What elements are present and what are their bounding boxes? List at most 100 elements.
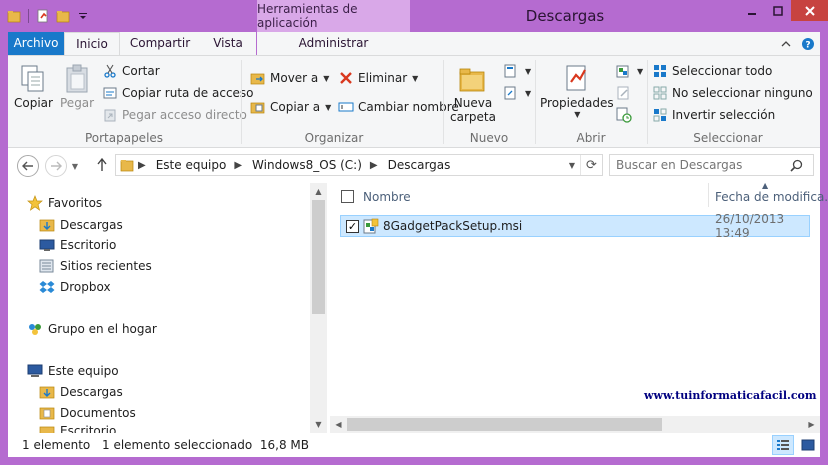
- nav-item-escritorio-pc[interactable]: Escritorio: [39, 424, 116, 433]
- explorer-window: Herramientas de aplicación Descargas Arc…: [0, 0, 828, 465]
- back-button[interactable]: [17, 155, 39, 177]
- search-box[interactable]: [609, 154, 814, 176]
- history-button[interactable]: [616, 106, 632, 124]
- new-folder-button[interactable]: Nueva carpeta: [450, 62, 496, 124]
- file-name: 8GadgetPackSetup.msi: [383, 219, 523, 233]
- close-button[interactable]: [791, 0, 828, 21]
- scroll-thumb[interactable]: [312, 200, 325, 314]
- tab-inicio[interactable]: Inicio: [64, 32, 120, 56]
- row-checkbox[interactable]: ✓: [346, 219, 359, 233]
- file-row[interactable]: ✓ 8GadgetPackSetup.msi 26/10/2013 13:49: [340, 212, 810, 240]
- nav-item-dropbox[interactable]: Dropbox: [39, 277, 111, 297]
- invert-selection-label: Invertir selección: [672, 108, 776, 122]
- rename-button[interactable]: Cambiar nombre: [338, 98, 459, 116]
- cut-label: Cortar: [122, 64, 160, 78]
- properties-icon[interactable]: [35, 8, 51, 24]
- nav-label: Escritorio: [60, 238, 117, 252]
- breadcrumb-separator[interactable]: ▶: [138, 160, 146, 171]
- paste-shortcut-button[interactable]: Pegar acceso directo: [102, 106, 247, 124]
- desktop-folder-icon: [39, 424, 55, 433]
- nav-label: Este equipo: [48, 364, 119, 378]
- folder-icon[interactable]: [6, 8, 22, 24]
- column-divider[interactable]: [708, 183, 709, 207]
- edit-button[interactable]: [616, 84, 632, 102]
- dropdown-caret-icon: ▼: [323, 73, 330, 83]
- scroll-right-icon[interactable]: ▶: [803, 416, 820, 433]
- customize-toolbar-icon[interactable]: [75, 8, 91, 24]
- copy-label: Copiar: [14, 96, 53, 110]
- folder-icon: [116, 155, 138, 175]
- column-header-name[interactable]: Nombre: [363, 190, 411, 204]
- maximize-icon: [773, 5, 783, 16]
- new-folder-icon[interactable]: [55, 8, 71, 24]
- scroll-thumb[interactable]: [347, 418, 662, 431]
- nav-item-descargas[interactable]: Descargas: [39, 215, 123, 235]
- select-all-label: Seleccionar todo: [672, 64, 773, 78]
- minimize-button[interactable]: [738, 0, 765, 21]
- invert-selection-button[interactable]: Invertir selección: [652, 106, 775, 124]
- search-input[interactable]: [610, 158, 785, 172]
- refresh-icon[interactable]: ⟳: [580, 155, 602, 175]
- column-header-date[interactable]: Fecha de modifica...: [715, 190, 828, 204]
- large-icons-view-button[interactable]: [797, 435, 819, 455]
- breadcrumb-este-equipo[interactable]: Este equipo ▶: [156, 158, 242, 172]
- nav-item-descargas-pc[interactable]: Descargas: [39, 382, 123, 402]
- up-button[interactable]: [94, 156, 110, 174]
- help-icon[interactable]: ?: [800, 36, 816, 52]
- move-to-button[interactable]: Mover a ▼: [250, 69, 329, 87]
- file-list-pane: Nombre ▲ Fecha de modifica... ✓ 8GadgetP…: [330, 181, 828, 433]
- copy-path-icon: [102, 85, 118, 101]
- delete-x-icon: [338, 70, 354, 86]
- new-item-button[interactable]: ▼: [504, 62, 531, 80]
- tab-archivo[interactable]: Archivo: [8, 32, 64, 55]
- select-all-button[interactable]: Seleccionar todo: [652, 62, 772, 80]
- navigation-bar: ▼ ▶ Este equipo ▶ Windows8_OS (C:) ▶ Desca…: [8, 148, 820, 183]
- paste-button[interactable]: Pegar: [60, 62, 94, 110]
- breadcrumb-descargas[interactable]: Descargas: [388, 158, 451, 172]
- tab-compartir[interactable]: Compartir: [120, 32, 200, 55]
- scroll-up-icon[interactable]: ▲: [310, 183, 327, 200]
- svg-text:?: ?: [805, 41, 810, 51]
- select-none-button[interactable]: No seleccionar ninguno: [652, 84, 813, 102]
- nav-item-documentos[interactable]: Documentos: [39, 403, 136, 423]
- nav-item-este-equipo[interactable]: Este equipo: [27, 361, 119, 381]
- address-dropdown-icon[interactable]: ▼: [564, 155, 580, 175]
- breadcrumb-label: Este equipo: [155, 158, 227, 172]
- dropdown-caret-icon: ▼: [637, 66, 644, 76]
- address-bar[interactable]: ▶ Este equipo ▶ Windows8_OS (C:) ▶ Descarg…: [115, 154, 603, 176]
- nav-label: Documentos: [60, 406, 136, 420]
- nav-pane-scrollbar[interactable]: ▲ ▼: [310, 183, 327, 433]
- expand-ribbon-icon[interactable]: [778, 36, 794, 52]
- breadcrumb-windows8-os[interactable]: Windows8_OS (C:) ▶: [252, 158, 378, 172]
- group-label-organizar: Organizar: [304, 131, 364, 145]
- clipboard-icon: [61, 62, 93, 96]
- nav-item-favoritos[interactable]: Favoritos: [27, 193, 102, 213]
- open-button[interactable]: ▼: [616, 62, 643, 80]
- star-icon: [27, 195, 43, 211]
- easy-access-button[interactable]: ▼: [504, 84, 531, 102]
- nav-item-sitios-recientes[interactable]: Sitios recientes: [39, 256, 152, 276]
- search-icon[interactable]: [785, 155, 807, 175]
- tab-administrar[interactable]: Administrar: [257, 32, 410, 55]
- nav-item-grupo-hogar[interactable]: Grupo en el hogar: [27, 319, 157, 339]
- tab-vista[interactable]: Vista: [200, 32, 256, 55]
- scroll-left-icon[interactable]: ◀: [330, 416, 347, 433]
- forward-button[interactable]: [45, 155, 67, 177]
- copy-path-button[interactable]: Copiar ruta de acceso: [102, 84, 254, 102]
- details-view-button[interactable]: [772, 435, 794, 455]
- properties-button[interactable]: Propiedades ▼: [540, 62, 614, 119]
- nav-item-escritorio[interactable]: Escritorio: [39, 235, 116, 255]
- copy-to-button[interactable]: Copiar a ▼: [250, 98, 331, 116]
- copy-to-icon: [250, 99, 266, 115]
- recent-locations-icon[interactable]: ▼: [69, 159, 81, 173]
- copy-button[interactable]: Copiar: [14, 62, 53, 110]
- computer-icon: [27, 363, 43, 379]
- delete-button[interactable]: Eliminar ▼: [338, 69, 418, 87]
- scroll-down-icon[interactable]: ▼: [310, 416, 327, 433]
- maximize-button[interactable]: [765, 0, 791, 21]
- group-portapapeles: Copiar Pegar Cortar Copiar ruta de acces…: [8, 56, 254, 148]
- select-all-checkbox[interactable]: [341, 190, 354, 203]
- cut-button[interactable]: Cortar: [102, 62, 160, 80]
- back-arrow-icon: [22, 161, 33, 171]
- file-list-scrollbar[interactable]: ◀ ▶: [330, 416, 820, 433]
